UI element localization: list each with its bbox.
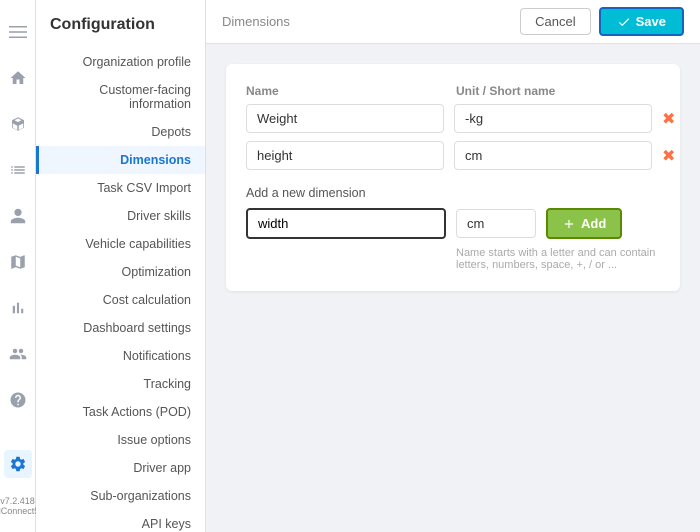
sidebar-item-optimization[interactable]: Optimization: [36, 258, 205, 286]
content-area: Name Unit / Short name ✖ ✖ Add a new dim…: [206, 44, 700, 532]
people-icon[interactable]: [4, 340, 32, 368]
remove-icon-1[interactable]: ✖: [662, 146, 675, 166]
sidebar-item-api-keys[interactable]: API keys: [36, 510, 205, 532]
sidebar-item-sub-organizations[interactable]: Sub-organizations: [36, 482, 205, 510]
person-icon[interactable]: [4, 202, 32, 230]
question-icon[interactable]: [4, 386, 32, 414]
sidebar-item-cost-calculation[interactable]: Cost calculation: [36, 286, 205, 314]
sidebar-item-vehicle-capabilities[interactable]: Vehicle capabilities: [36, 230, 205, 258]
package-icon[interactable]: [4, 110, 32, 138]
sidebar-item-task-actions-(pod)[interactable]: Task Actions (POD): [36, 398, 205, 426]
menu-icon[interactable]: [4, 18, 32, 46]
dimensions-card: Name Unit / Short name ✖ ✖ Add a new dim…: [226, 64, 680, 291]
save-button[interactable]: Save: [599, 7, 684, 36]
sidebar: Configuration Organization profileCustom…: [36, 0, 206, 532]
sidebar-item-dashboard-settings[interactable]: Dashboard settings: [36, 314, 205, 342]
list-icon[interactable]: [4, 156, 32, 184]
new-unit-input[interactable]: [456, 209, 536, 238]
sidebar-item-customer-facing-information[interactable]: Customer-facing information: [36, 76, 205, 118]
table-header: Name Unit / Short name: [246, 84, 660, 98]
sidebar-item-task-csv-import[interactable]: Task CSV Import: [36, 174, 205, 202]
home-icon[interactable]: [4, 64, 32, 92]
dim-name-input-0[interactable]: [246, 104, 444, 133]
topbar: Dimensions Cancel Save: [206, 0, 700, 44]
hint-text: Name starts with a letter and can contai…: [456, 247, 660, 271]
add-section-label: Add a new dimension: [246, 186, 660, 200]
dimension-row: ✖: [246, 104, 660, 133]
sidebar-item-dimensions[interactable]: Dimensions: [36, 146, 205, 174]
main-content: Dimensions Cancel Save Name Unit / Short…: [206, 0, 700, 532]
sidebar-item-depots[interactable]: Depots: [36, 118, 205, 146]
dimension-row: ✖: [246, 141, 660, 170]
sidebar-item-driver-app[interactable]: Driver app: [36, 454, 205, 482]
col-name-header: Name: [246, 84, 446, 98]
sidebar-item-organization-profile[interactable]: Organization profile: [36, 48, 205, 76]
new-name-input[interactable]: [246, 208, 446, 239]
dim-name-input-1[interactable]: [246, 141, 444, 170]
add-row: Add: [246, 208, 660, 239]
add-section: Add a new dimension Add Name starts with…: [246, 186, 660, 271]
sidebar-title: Configuration: [36, 16, 205, 48]
remove-icon-0[interactable]: ✖: [662, 109, 675, 129]
add-button[interactable]: Add: [546, 208, 622, 239]
cancel-button[interactable]: Cancel: [520, 8, 590, 35]
topbar-actions: Cancel Save: [520, 7, 684, 36]
sidebar-item-tracking[interactable]: Tracking: [36, 370, 205, 398]
topbar-title: Dimensions: [222, 14, 290, 29]
dim-unit-input-1[interactable]: [454, 141, 652, 170]
sidebar-item-notifications[interactable]: Notifications: [36, 342, 205, 370]
chart-icon[interactable]: [4, 294, 32, 322]
settings-icon[interactable]: [4, 450, 32, 478]
dim-unit-input-0[interactable]: [454, 104, 652, 133]
col-unit-header: Unit / Short name: [456, 84, 656, 98]
icon-bar: v7.2.418 AllConnect53: [0, 0, 36, 532]
map-icon[interactable]: [4, 248, 32, 276]
sidebar-item-driver-skills[interactable]: Driver skills: [36, 202, 205, 230]
sidebar-item-issue-options[interactable]: Issue options: [36, 426, 205, 454]
